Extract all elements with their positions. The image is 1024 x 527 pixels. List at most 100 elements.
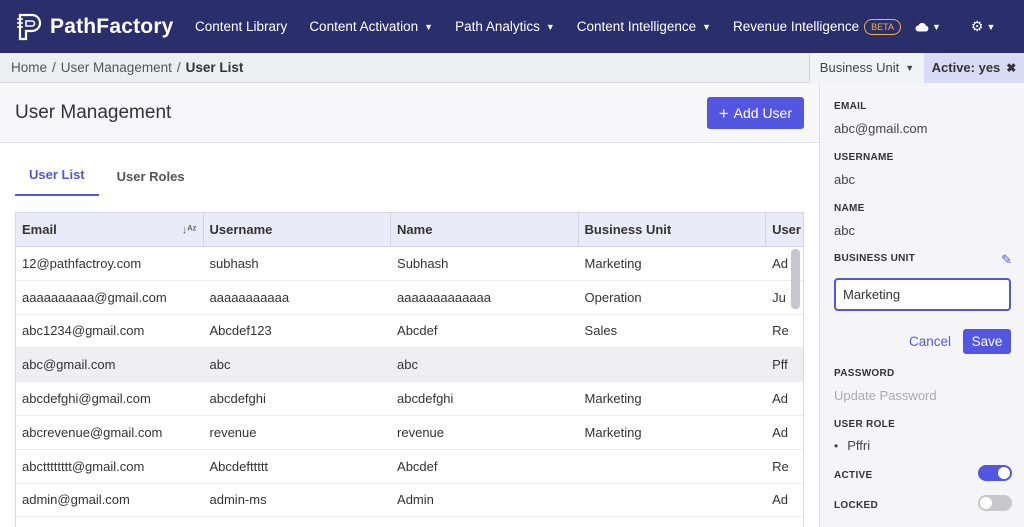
cancel-button[interactable]: Cancel [909,334,951,349]
user-role-label: USER ROLE [834,419,896,430]
table-row[interactable]: admin@gmail.com admin-ms Admin Ad [16,484,803,518]
table-body: 12@pathfactroy.com subhash Subhash Marketin… [16,247,803,527]
cell-name: Abcdef [397,458,438,474]
email-label: EMAIL [834,101,867,112]
name-label: NAME [834,203,865,214]
cell-username: aaaaaaaaaaa [209,289,290,305]
user-detail-panel: EMAIL abc@gmail.com USERNAME abc NAME ab… [819,84,1024,527]
nav-content-intelligence[interactable]: Content Intelligence ▼ [577,19,711,34]
cell-email: abcdefghi@gmail.com [22,391,151,407]
table-row[interactable]: abc1234@gmail.com Abcdef123 Abcdef Sales Re [16,315,803,349]
breadcrumb: Home / User Management / User List [0,60,809,75]
cell-username: Abcdefttttt [209,458,269,474]
cell-business-unit: Marketing [584,391,642,407]
breadcrumb-user-management[interactable]: User Management [61,60,172,75]
cell-user-role: Re [772,323,789,339]
cell-email [16,517,204,527]
cell-username [204,517,392,527]
toggle-knob [998,467,1010,479]
table-row[interactable]: aaaaaaaaaa@gmail.com aaaaaaaaaaa aaaaaaaaa… [16,281,803,315]
table-row[interactable]: abc@gmail.com abc abc Pff [16,348,803,383]
cell-username: abcdefghi [209,391,266,407]
beta-badge: BETA [864,18,901,35]
breadcrumb-bar: Home / User Management / User List Busin… [0,52,1024,83]
table-row[interactable]: 12@pathfactroy.com subhash Subhash Marketin… [16,247,803,281]
table-row[interactable]: abcrevenue@gmail.com revenue revenue Market… [16,416,803,450]
column-header-name[interactable]: Name [391,213,579,246]
user-role-value: Pffri [847,438,871,453]
business-unit-filter-label: Business Unit [819,60,900,75]
breadcrumb-home[interactable]: Home [11,60,47,75]
cell-business-unit [579,517,767,527]
username-value: abc [834,172,855,187]
locked-toggle[interactable] [978,495,1012,511]
table-row[interactable]: abcdefghi@gmail.com abcdefghi abcdefghi Mar… [16,382,803,416]
column-label: Email [22,222,57,237]
caret-down-icon: ▼ [545,21,555,32]
cell-username: Abcdef123 [209,323,272,339]
update-password-link[interactable]: Update Password [834,388,937,403]
cell-email: aaaaaaaaaa@gmail.com [22,289,167,305]
nav-label: Content Intelligence [576,19,697,34]
caret-down-icon: ▼ [702,21,712,32]
column-header-business-unit[interactable]: Business Unit [579,213,767,246]
cell-business-unit [579,348,767,381]
toggle-knob [980,497,992,509]
settings-menu[interactable]: ⚙ ▼ [971,18,995,35]
user-table: Email ↓ᴬᶻ Username Name Business Unit Us… [15,212,804,527]
tab-user-list[interactable]: User List [15,167,99,196]
business-unit-input[interactable] [834,278,1011,311]
business-unit-label: BUSINESS UNIT [834,253,916,264]
cell-email: admin@gmail.com [22,492,130,508]
cell-user-role: Ad [772,391,788,407]
column-header-username[interactable]: Username [204,213,392,246]
cell-user-role [766,517,803,527]
breadcrumb-current: User List [185,60,244,75]
add-user-button[interactable]: + Add User [706,97,804,129]
username-label: USERNAME [834,152,894,163]
nav-revenue-intelligence[interactable]: Revenue Intelligence BETA [733,18,901,35]
close-icon[interactable]: ✖ [1006,61,1016,75]
cell-name [391,517,579,527]
active-toggle[interactable] [978,465,1012,481]
cell-username: subhash [209,255,259,271]
name-value: abc [834,223,855,238]
cell-business-unit [579,484,767,517]
caret-down-icon: ▼ [424,21,434,32]
active-filter-chip[interactable]: Active: yes ✖ [924,52,1024,83]
scrollbar-thumb[interactable] [791,249,800,309]
gear-icon: ⚙ [970,18,984,34]
column-header-user-role[interactable]: User [766,213,803,246]
nav-content-activation[interactable]: Content Activation ▼ [309,19,433,34]
save-button[interactable]: Save [963,329,1011,354]
nav-label: Content Activation [309,19,419,34]
nav-label: Revenue Intelligence [733,19,860,34]
cell-username: abc [209,357,231,373]
cell-name: Subhash [397,255,449,271]
cell-email: 12@pathfactroy.com [22,255,142,271]
table-row[interactable] [16,517,803,527]
cell-business-unit: Marketing [584,255,642,271]
page-header: User Management + Add User [0,84,819,143]
user-role-item: • Pffri [834,438,870,453]
pencil-icon[interactable]: ✎ [1001,252,1012,268]
add-user-label: Add User [733,105,792,121]
tab-user-roles[interactable]: User Roles [103,169,199,196]
cell-email: abcrevenue@gmail.com [22,424,163,440]
column-header-email[interactable]: Email ↓ᴬᶻ [16,213,204,246]
bullet-icon: • [834,439,839,453]
password-label: PASSWORD [834,368,895,379]
logo-text: PathFactory [50,14,174,38]
cell-name: abc [397,357,418,373]
sort-alpha-icon[interactable]: ↓ᴬᶻ [182,224,197,236]
logo[interactable]: PathFactory [14,11,184,43]
nav-path-analytics[interactable]: Path Analytics ▼ [455,19,555,34]
nav-content-library[interactable]: Content Library [195,19,287,34]
cell-email: abctttttttt@gmail.com [22,458,145,474]
cloud-menu[interactable]: ▼ [915,22,941,32]
active-label: ACTIVE [834,470,873,481]
pathfactory-logo-icon [17,13,42,40]
tab-bar: User List User Roles [0,143,819,196]
business-unit-filter[interactable]: Business Unit ▼ [809,52,924,83]
table-row[interactable]: abctttttttt@gmail.com Abcdefttttt Abcdef Re [16,450,803,484]
